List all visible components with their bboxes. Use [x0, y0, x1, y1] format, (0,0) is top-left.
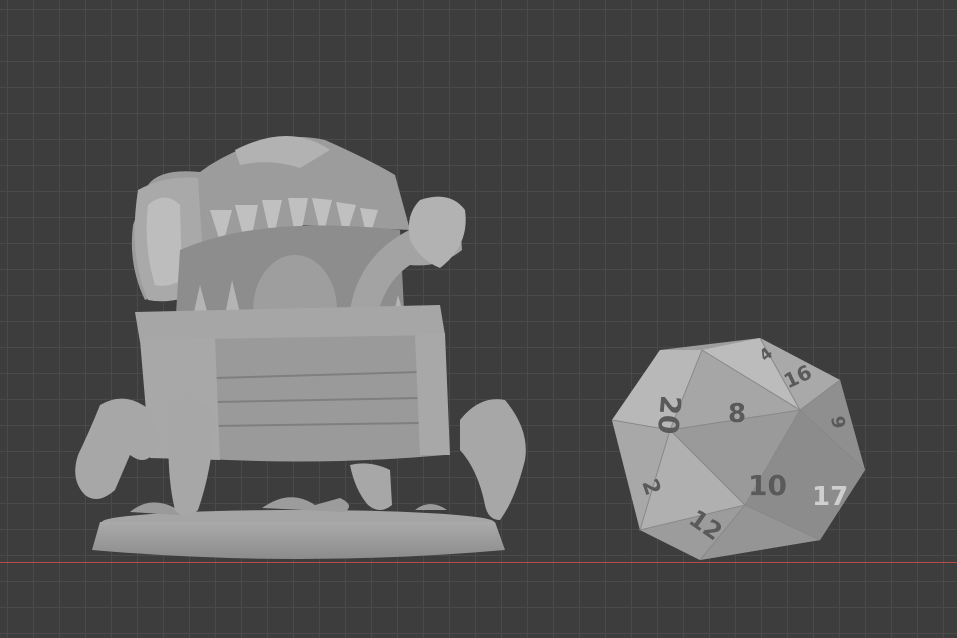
d20-number-10: 10	[748, 469, 787, 502]
base-rim	[92, 522, 505, 559]
d20-number-8: 8	[728, 399, 746, 429]
3d-viewport[interactable]: 8 20 10 2 12 16 4 9 17	[0, 0, 957, 638]
mimic-chest-miniature[interactable]	[75, 136, 526, 559]
x-axis-line	[0, 562, 957, 563]
chest-corner-right	[415, 333, 450, 455]
d20-number-17: 17	[812, 482, 848, 512]
d20-die[interactable]: 8 20 10 2 12 16 4 9 17	[611, 337, 866, 561]
scene-objects: 8 20 10 2 12 16 4 9 17	[75, 136, 866, 561]
d20-number-20: 20	[651, 394, 687, 436]
rubble	[130, 502, 180, 515]
lid-inner-panel	[146, 197, 182, 286]
rubble	[262, 497, 349, 512]
rubble	[415, 504, 447, 510]
